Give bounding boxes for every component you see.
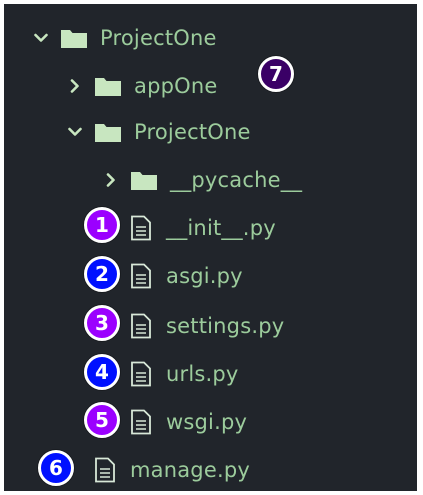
tree-item-manage-py[interactable]: manage.py: [94, 450, 250, 490]
tree-item-asgi-py[interactable]: asgi.py: [130, 256, 243, 296]
tree-item-label: __pycache__: [170, 168, 303, 192]
annotation-badge-1: 1: [84, 207, 120, 243]
tree-item-label: ProjectOne: [100, 26, 217, 50]
file-icon: [95, 457, 115, 483]
tree-item-wsgi-py[interactable]: wsgi.py: [130, 402, 247, 442]
tree-item-init-py[interactable]: __init__.py: [130, 208, 276, 248]
folder-icon: [61, 30, 87, 48]
tree-item-label: settings.py: [166, 314, 285, 338]
file-icon: [131, 215, 151, 241]
tree-item-pycache[interactable]: __pycache__: [100, 160, 302, 200]
chevron-right-icon[interactable]: [64, 75, 86, 97]
tree-item-label: ProjectOne: [134, 120, 251, 144]
chevron-right-icon[interactable]: [100, 169, 122, 191]
file-explorer-tree: ProjectOne appOne ProjectOne __pycache__…: [4, 4, 417, 491]
tree-item-label: appOne: [134, 74, 218, 98]
tree-item-root-projectone[interactable]: ProjectOne: [30, 18, 217, 58]
tree-item-label: urls.py: [166, 362, 239, 386]
chevron-down-icon[interactable]: [30, 27, 52, 49]
file-icon: [131, 313, 151, 339]
tree-item-urls-py[interactable]: urls.py: [130, 354, 239, 394]
file-icon: [131, 361, 151, 387]
annotation-badge-7: 7: [258, 56, 294, 92]
folder-icon: [95, 124, 121, 142]
annotation-badge-4: 4: [84, 354, 120, 390]
annotation-badge-6: 6: [38, 450, 74, 486]
tree-item-settings-py[interactable]: settings.py: [130, 306, 284, 346]
tree-item-label: asgi.py: [166, 264, 243, 288]
tree-item-appone[interactable]: appOne: [64, 66, 218, 106]
file-icon: [131, 409, 151, 435]
folder-icon: [131, 172, 157, 190]
file-icon: [131, 263, 151, 289]
annotation-badge-5: 5: [84, 402, 120, 438]
annotation-badge-3: 3: [84, 305, 120, 341]
annotation-badge-2: 2: [84, 256, 120, 292]
tree-item-label: wsgi.py: [166, 410, 248, 434]
folder-icon: [95, 78, 121, 96]
tree-item-inner-projectone[interactable]: ProjectOne: [64, 112, 251, 152]
chevron-down-icon[interactable]: [64, 121, 86, 143]
tree-item-label: manage.py: [130, 458, 250, 482]
tree-item-label: __init__.py: [166, 216, 276, 240]
